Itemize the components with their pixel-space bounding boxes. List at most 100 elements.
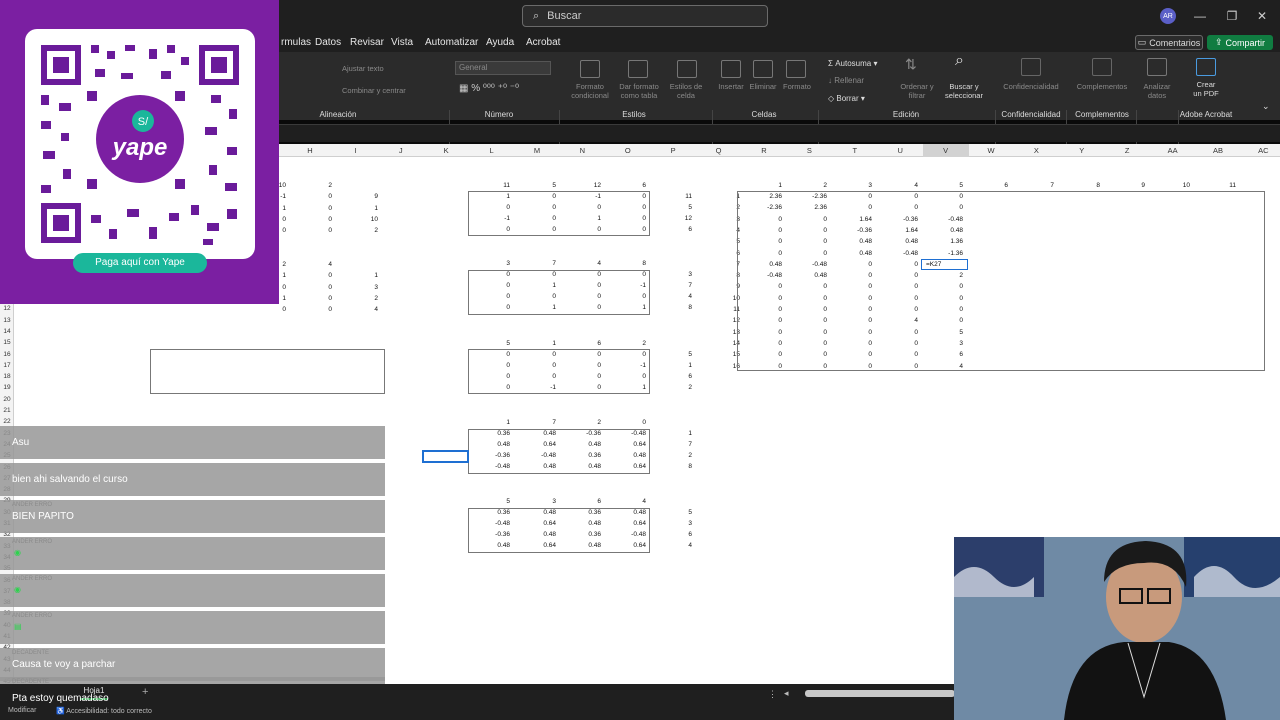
scroll-left-icon[interactable]: ◂	[784, 688, 789, 699]
index-cell[interactable]: 3	[652, 519, 692, 529]
sort-filter-label[interactable]: Ordenar y filtrar	[896, 82, 938, 100]
matrix-header-cell[interactable]: 4	[561, 259, 601, 269]
comments-button[interactable]: ▭ Comentarios	[1135, 35, 1203, 50]
menu-acrobat[interactable]: Acrobat	[526, 37, 560, 48]
global-index-cell[interactable]: 11	[700, 305, 740, 315]
delete-cells-icon[interactable]	[753, 60, 773, 78]
index-cell[interactable]: 6	[652, 372, 692, 382]
index-cell[interactable]: 12	[652, 214, 692, 224]
menu-automatizar[interactable]: Automatizar	[425, 37, 478, 48]
matrix-header-cell[interactable]: 6	[606, 181, 646, 191]
index-cell[interactable]: 8	[652, 462, 692, 472]
create-pdf-label[interactable]: Crear un PDF	[1188, 80, 1224, 98]
row-header[interactable]: 16	[0, 351, 14, 358]
global-header-cell[interactable]: 4	[878, 181, 918, 191]
cell[interactable]: 9	[338, 192, 378, 202]
index-cell[interactable]: 5	[652, 203, 692, 213]
global-index-cell[interactable]: 3	[700, 215, 740, 225]
column-header-l[interactable]: L	[469, 146, 515, 155]
matrix-header-cell[interactable]: 11	[470, 181, 510, 191]
cell[interactable]: 0	[292, 271, 332, 281]
global-index-cell[interactable]: 16	[700, 362, 740, 372]
sensitivity-label[interactable]: Confidencialidad	[1000, 82, 1062, 91]
selected-cell[interactable]	[422, 450, 469, 463]
cell[interactable]: 1	[338, 271, 378, 281]
global-index-cell[interactable]: 12	[700, 316, 740, 326]
matrix-header-cell[interactable]: 3	[470, 259, 510, 269]
index-cell[interactable]: 4	[652, 541, 692, 551]
column-header-t[interactable]: T	[832, 146, 878, 155]
column-header-s[interactable]: S	[786, 146, 832, 155]
analyze-data-label[interactable]: Analizar datos	[1138, 82, 1176, 100]
cell[interactable]: 0	[292, 204, 332, 214]
cell[interactable]: 4	[338, 305, 378, 315]
cell[interactable]: 2	[338, 226, 378, 236]
global-header-cell[interactable]: 6	[968, 181, 1008, 191]
row-header[interactable]: 12	[0, 305, 14, 312]
cell[interactable]: 3	[338, 283, 378, 293]
row-header[interactable]: 15	[0, 339, 14, 346]
cell[interactable]: 0	[292, 192, 332, 202]
format-table-icon[interactable]	[628, 60, 648, 78]
index-cell[interactable]: 6	[652, 225, 692, 235]
fill-button[interactable]: ↓ Rellenar	[828, 76, 864, 85]
number-format-icons[interactable]: ▦ % ⁰⁰⁰ ⁺⁰ ⁻⁰	[459, 84, 519, 94]
format-table-label[interactable]: Dar formato como tabla	[614, 82, 664, 100]
matrix-header-cell[interactable]: 12	[561, 181, 601, 191]
insert-cells-icon[interactable]	[721, 60, 741, 78]
menu-vista[interactable]: Vista	[391, 37, 413, 48]
share-button[interactable]: ⇪ Compartir	[1207, 35, 1273, 50]
cell[interactable]: 0	[292, 283, 332, 293]
maximize-button[interactable]: ❐	[1222, 6, 1242, 26]
global-header-cell[interactable]: 5	[923, 181, 963, 191]
column-header-x[interactable]: X	[1013, 146, 1059, 155]
matrix-header-cell[interactable]: 0	[606, 418, 646, 428]
find-select-label[interactable]: Buscar y seleccionar	[940, 82, 988, 100]
find-select-icon[interactable]: ⌕	[955, 53, 964, 69]
column-header-k[interactable]: K	[423, 146, 469, 155]
conditional-format-icon[interactable]	[580, 60, 600, 78]
matrix-header-cell[interactable]: 6	[561, 339, 601, 349]
column-header-aa[interactable]: AA	[1150, 146, 1196, 155]
menu-ayuda[interactable]: Ayuda	[486, 37, 514, 48]
create-pdf-icon[interactable]	[1196, 58, 1216, 76]
editing-cell[interactable]: =K27	[921, 259, 968, 270]
column-header-p[interactable]: P	[650, 146, 696, 155]
horizontal-scrollbar[interactable]	[805, 690, 955, 697]
sort-filter-icon[interactable]: ⇅	[905, 57, 917, 71]
row-header[interactable]: 18	[0, 373, 14, 380]
index-cell[interactable]: 7	[652, 440, 692, 450]
global-index-cell[interactable]: 8	[700, 271, 740, 281]
global-header-cell[interactable]: 7	[1014, 181, 1054, 191]
cell[interactable]: 2	[338, 294, 378, 304]
cell-styles-label[interactable]: Estilos de celda	[664, 82, 708, 100]
index-cell[interactable]: 1	[652, 429, 692, 439]
sensitivity-icon[interactable]	[1021, 58, 1041, 76]
matrix-header-cell[interactable]: 8	[606, 259, 646, 269]
row-header[interactable]: 14	[0, 328, 14, 335]
row-header[interactable]: 22	[0, 418, 14, 425]
global-header-cell[interactable]: 10	[1150, 181, 1190, 191]
column-header-y[interactable]: Y	[1059, 146, 1105, 155]
menu-formulas[interactable]: rmulas	[281, 37, 311, 48]
menu-revisar[interactable]: Revisar	[350, 37, 384, 48]
column-header-n[interactable]: N	[559, 146, 605, 155]
row-header[interactable]: 19	[0, 384, 14, 391]
format-cells-icon[interactable]	[786, 60, 806, 78]
global-header-cell[interactable]: 11	[1196, 181, 1236, 191]
cell[interactable]: 0	[292, 215, 332, 225]
index-cell[interactable]: 5	[652, 508, 692, 518]
cell[interactable]: 0	[246, 305, 286, 315]
global-index-cell[interactable]: 9	[700, 282, 740, 292]
cell[interactable]	[338, 260, 378, 270]
index-cell[interactable]: 5	[652, 350, 692, 360]
global-index-cell[interactable]: 14	[700, 339, 740, 349]
merge-center-button[interactable]: Combinar y centrar	[342, 86, 406, 95]
global-header-cell[interactable]: 2	[787, 181, 827, 191]
matrix-header-cell[interactable]: 5	[516, 181, 556, 191]
minimize-button[interactable]: —	[1190, 6, 1210, 26]
search-box[interactable]: ⌕ Buscar	[522, 5, 768, 27]
clear-button[interactable]: ◇ Borrar ▾	[828, 94, 865, 103]
matrix-header-cell[interactable]: 7	[516, 259, 556, 269]
global-index-cell[interactable]: 4	[700, 226, 740, 236]
